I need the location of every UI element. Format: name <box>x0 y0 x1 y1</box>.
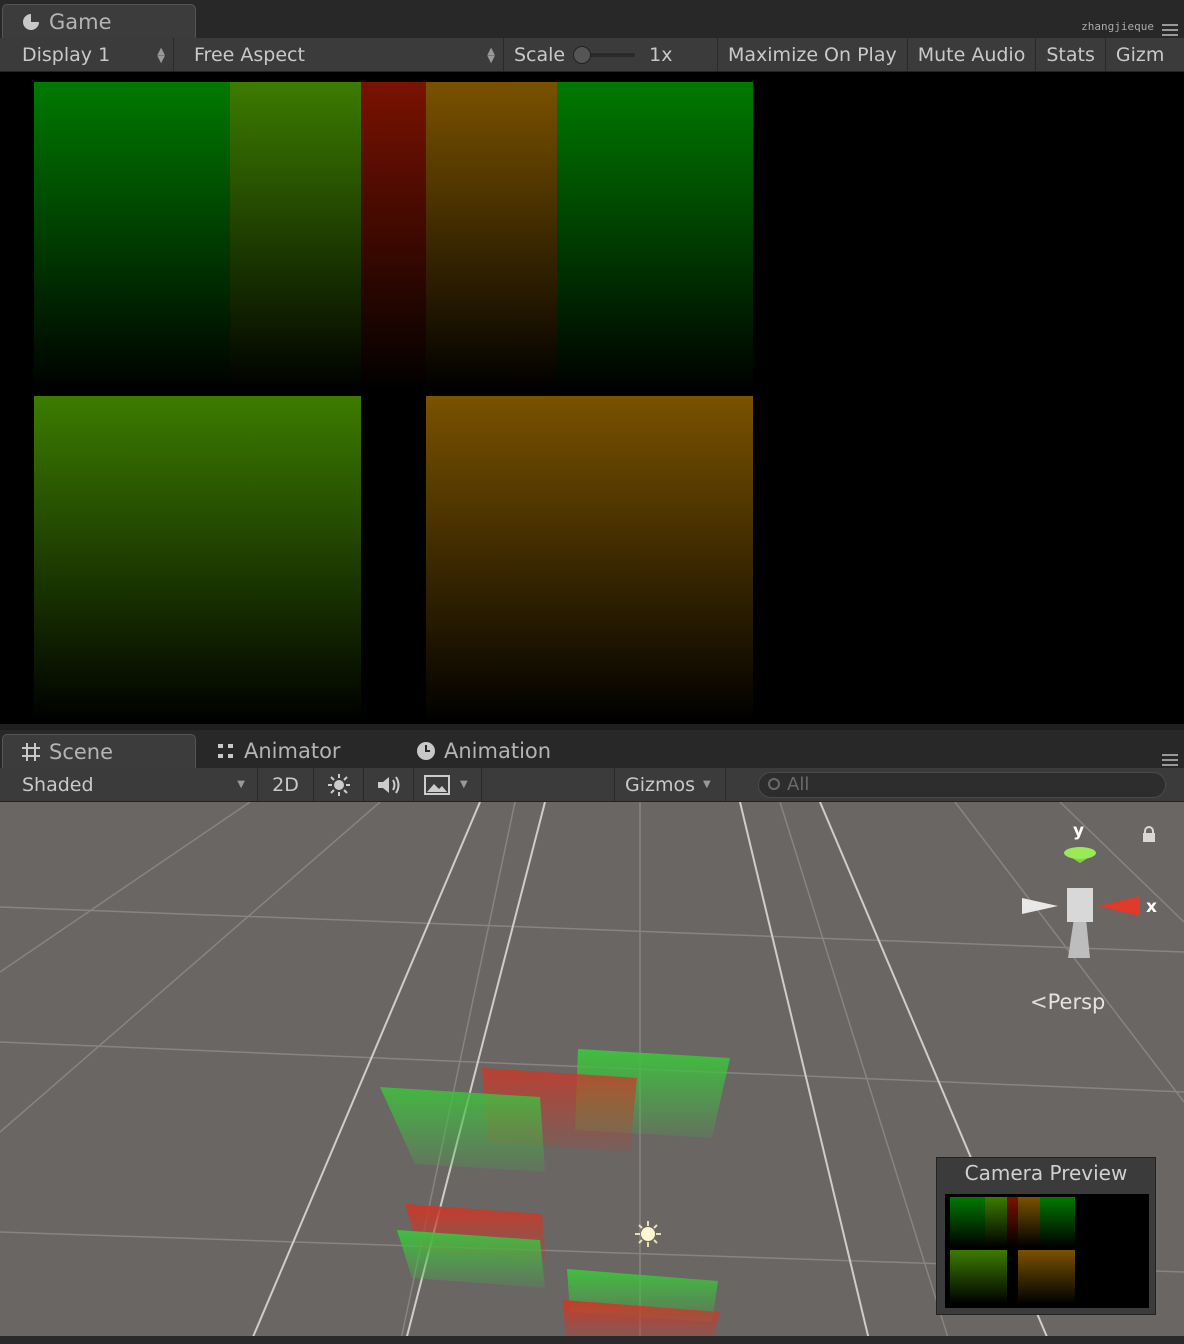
tab-scene-label: Scene <box>49 739 114 764</box>
shading-dropdown[interactable]: Shaded ▼ <box>0 768 258 801</box>
green-quad-1 <box>34 82 230 392</box>
panel-menu-icon[interactable] <box>1162 754 1178 766</box>
orange-quad-2 <box>426 396 753 722</box>
search-placeholder: All <box>787 774 810 795</box>
tab-game[interactable]: Game <box>2 4 196 38</box>
search-icon <box>768 778 780 790</box>
lighting-toggle[interactable] <box>314 768 364 801</box>
tab-game-label: Game <box>49 9 112 34</box>
perspective-icon: < <box>1030 990 1048 1014</box>
projection-label: Persp <box>1047 990 1106 1014</box>
aspect-label: Free Aspect <box>194 43 305 66</box>
gizmos-dropdown[interactable]: Gizmos ▼ <box>614 768 726 801</box>
chevron-down-icon: ▼ <box>460 779 468 790</box>
scale-slider-knob[interactable] <box>573 45 592 64</box>
scene-quad-green-mid <box>380 1087 545 1172</box>
gizmos-button-game[interactable]: Gizm <box>1106 38 1174 71</box>
speaker-icon <box>377 775 399 794</box>
tab-animator[interactable]: Animator <box>198 734 398 768</box>
scene-tabbar: Scene Animator Animation <box>0 730 1184 768</box>
olive-quad-1 <box>230 82 361 392</box>
orange-quad-1 <box>426 82 557 392</box>
scale-slider[interactable] <box>573 45 636 64</box>
gizmo-y-label: y <box>1073 821 1084 841</box>
animator-icon <box>218 744 233 758</box>
gizmo-x-label: x <box>1146 897 1157 917</box>
green-quad-2 <box>557 82 753 392</box>
camera-preview-view <box>945 1194 1149 1308</box>
stats-label: Stats <box>1046 43 1095 66</box>
maximize-label: Maximize On Play <box>728 43 897 66</box>
grid-icon <box>22 742 40 761</box>
bottom-strip <box>0 1336 1184 1344</box>
aspect-dropdown[interactable]: Free Aspect ▲ ▼ <box>174 38 504 71</box>
camera-preview: Camera Preview <box>936 1157 1156 1315</box>
scale-control: Scale 1x <box>504 38 718 71</box>
image-icon <box>424 774 450 795</box>
mode-2d-button[interactable]: 2D <box>258 768 314 801</box>
shading-label: Shaded <box>22 773 94 796</box>
chevron-down-icon: ▼ <box>237 779 245 790</box>
projection-toggle[interactable]: <Persp <box>1030 990 1105 1014</box>
tab-animation[interactable]: Animation <box>398 734 598 768</box>
gizmos-label: Gizm <box>1115 43 1165 66</box>
camera-preview-title: Camera Preview <box>964 1161 1128 1185</box>
mode-2d-label: 2D <box>272 773 299 796</box>
mute-audio-button[interactable]: Mute Audio <box>908 38 1037 71</box>
game-toolbar: Display 1 ▲ ▼ Free Aspect ▲ ▼ Scale 1x Max… <box>0 38 1184 72</box>
lock-icon[interactable] <box>1142 826 1156 842</box>
scene-search-input[interactable]: All <box>758 772 1166 798</box>
tab-scene[interactable]: Scene <box>2 734 196 768</box>
light-icon <box>635 1221 661 1247</box>
scale-label: Scale <box>514 43 566 66</box>
clock-icon <box>417 742 435 760</box>
chevron-down-icon: ▼ <box>703 779 711 790</box>
mute-label: Mute Audio <box>917 43 1026 66</box>
stats-button[interactable]: Stats <box>1036 38 1106 71</box>
tab-animator-label: Animator <box>244 739 341 763</box>
user-name: zhangjieque <box>1081 20 1154 33</box>
display-label: Display 1 <box>22 43 111 66</box>
scene-toolbar: Shaded ▼ 2D ▼ Gizmos ▼ All <box>0 768 1184 802</box>
panel-menu-icon[interactable] <box>1162 24 1178 36</box>
sun-icon <box>327 773 350 796</box>
game-tabbar: Game zhangjieque <box>0 0 1184 38</box>
scale-value: 1x <box>649 43 673 66</box>
effects-dropdown[interactable]: ▼ <box>414 768 482 801</box>
updown-icon: ▲ ▼ <box>157 46 165 65</box>
red-quad <box>361 82 426 392</box>
display-dropdown[interactable]: Display 1 ▲ ▼ <box>0 38 174 71</box>
audio-toggle[interactable] <box>364 768 414 801</box>
game-viewport[interactable] <box>0 72 1184 724</box>
pacman-icon <box>23 13 39 30</box>
updown-icon: ▲ ▼ <box>487 46 495 65</box>
olive-quad-2 <box>34 396 361 722</box>
maximize-on-play-button[interactable]: Maximize On Play <box>718 38 908 71</box>
tab-animation-label: Animation <box>444 739 552 763</box>
gizmos-scene-label: Gizmos <box>625 773 696 796</box>
